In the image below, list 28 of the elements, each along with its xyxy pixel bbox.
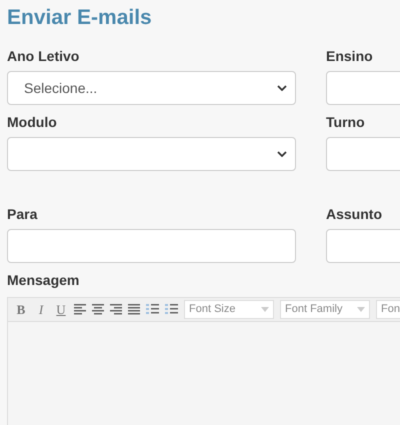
toolbar-dropdown[interactable]: Fon (376, 300, 400, 319)
toolbar-dropdown[interactable]: Font Size (184, 300, 274, 319)
field-label: Mensagem (7, 271, 80, 289)
align-center-icon[interactable] (92, 304, 104, 315)
field-label: Ensino (326, 47, 374, 65)
justify-icon[interactable] (128, 304, 140, 315)
format-button[interactable]: B (14, 303, 28, 316)
chevron-icon (277, 85, 287, 91)
select-field[interactable]: Selecione... (7, 71, 296, 105)
align-right-icon[interactable] (110, 304, 122, 315)
numbered-list-icon[interactable] (146, 304, 159, 315)
chevron-icon (277, 151, 287, 157)
format-button[interactable]: U (54, 303, 68, 316)
field-label: Assunto (326, 205, 383, 223)
field-label: Para (7, 205, 38, 223)
input-field[interactable] (7, 229, 296, 263)
rich-text-editor[interactable]: B I U Font Size Font Family Fon (7, 297, 400, 425)
caret-icon (357, 307, 365, 312)
field-label: Ano Letivo (7, 47, 80, 65)
field-label: Modulo (7, 113, 58, 131)
select-field[interactable] (7, 137, 296, 171)
bullet-list-icon[interactable] (165, 304, 178, 315)
toolbar-dropdown[interactable]: Font Family (280, 300, 370, 319)
align-left-icon[interactable] (74, 304, 86, 315)
caret-icon (261, 307, 269, 312)
field-label: Turno (326, 113, 366, 131)
format-button[interactable]: I (34, 303, 48, 316)
page-title: Enviar E-mails (7, 5, 153, 31)
